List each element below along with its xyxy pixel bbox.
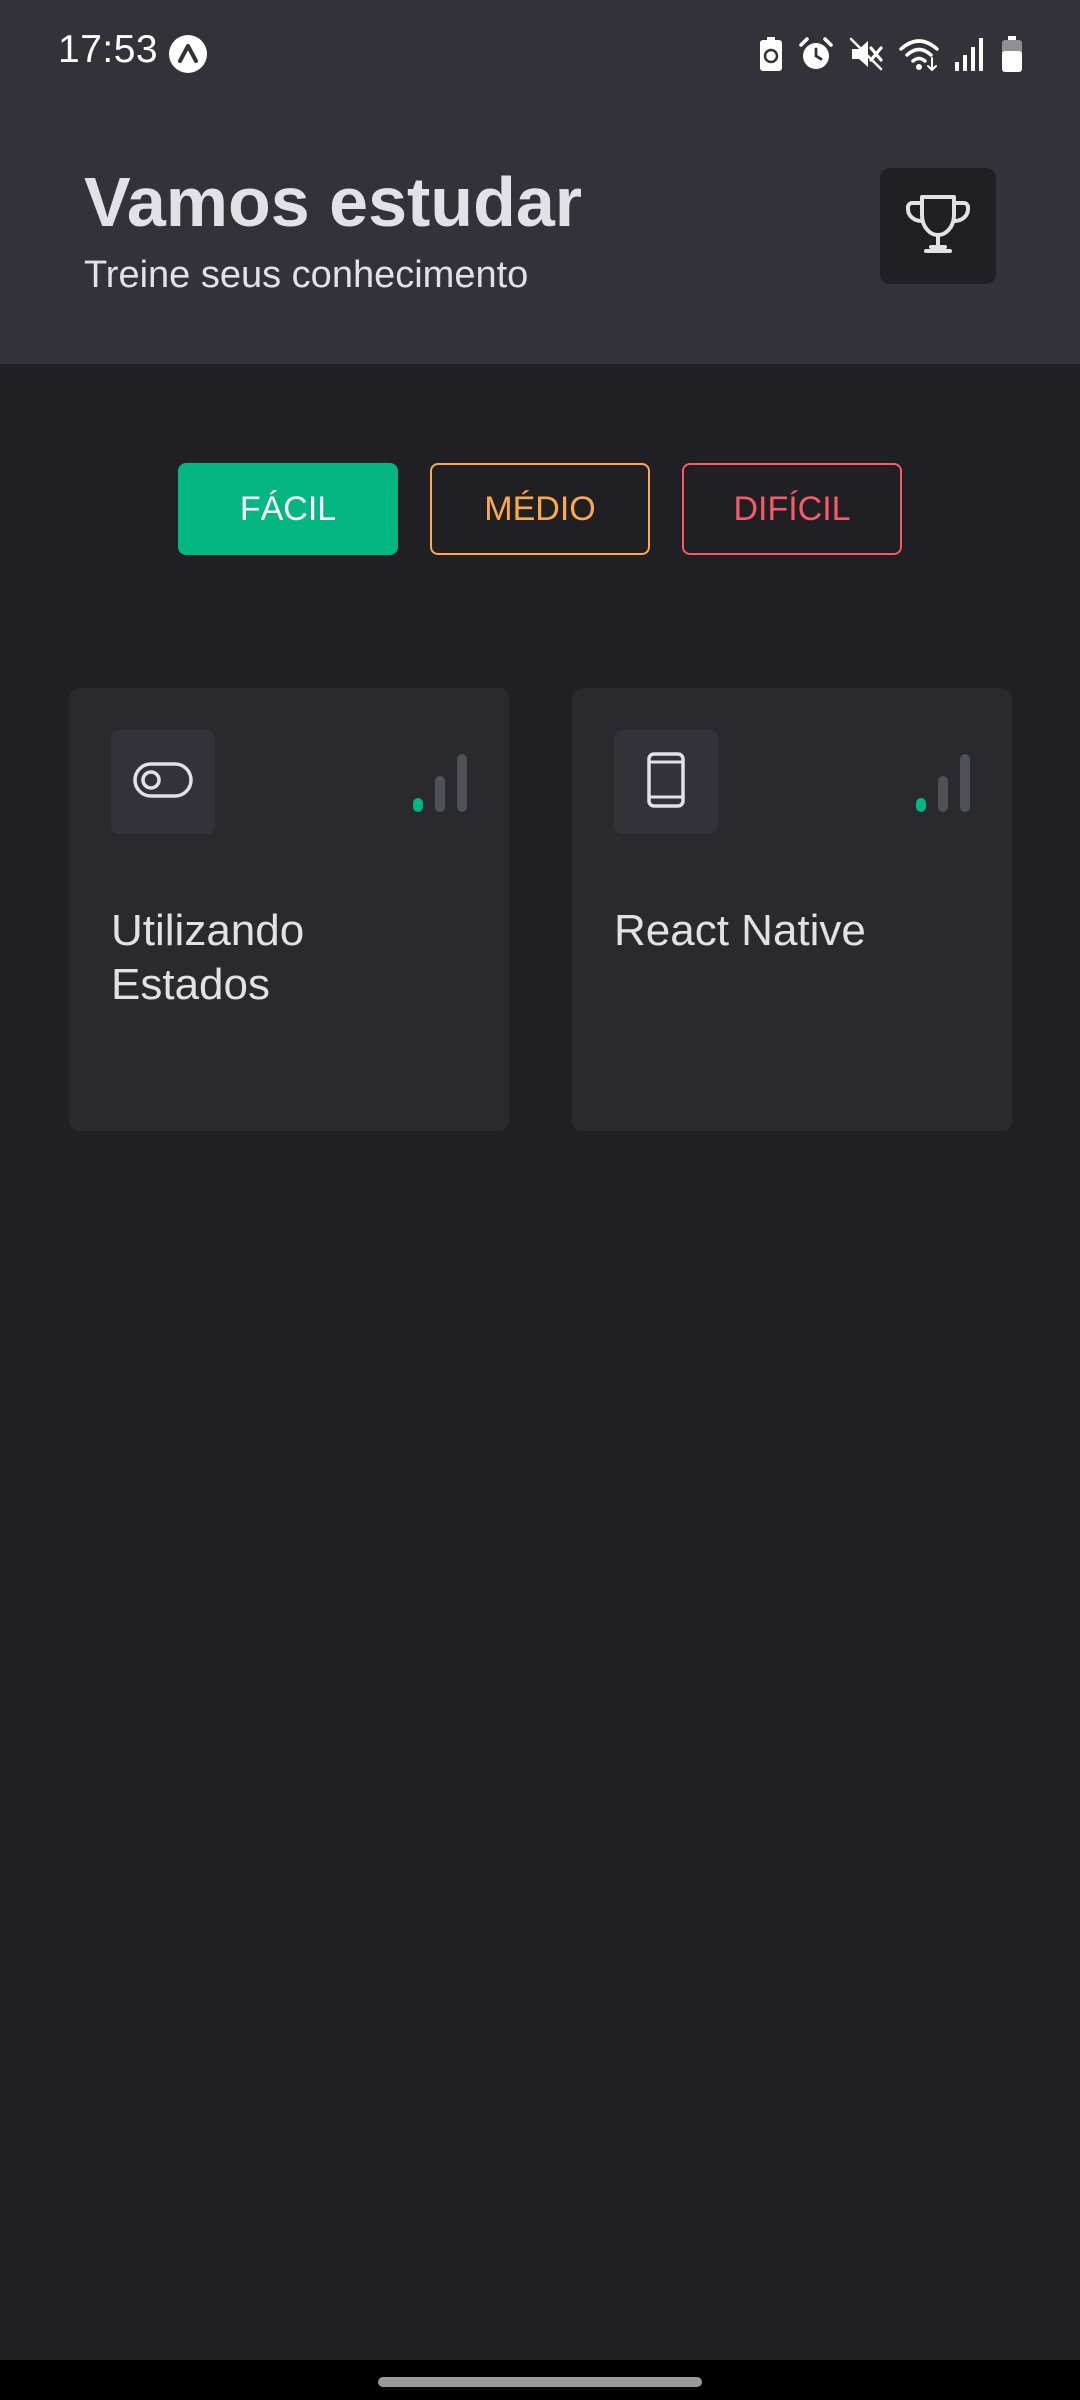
quiz-card-utilizando-estados[interactable]: Utilizando Estados [69,688,509,1131]
quiz-title: React Native [614,906,866,955]
alarm-icon [798,36,834,72]
home-indicator[interactable] [378,2377,702,2387]
expo-app-icon [168,34,208,74]
status-icons [758,34,1024,74]
page-title: Vamos estudar [84,163,582,241]
history-button[interactable] [880,168,996,284]
mute-icon [848,36,884,72]
battery-icon [1000,35,1024,73]
quiz-title: Utilizando Estados [111,906,305,1009]
toggle-icon [133,761,193,803]
app-screen: 17:53 Vamos estudar Treine seus conhecim… [0,0,1080,2400]
battery-saver-icon [758,36,784,72]
header: 17:53 Vamos estudar Treine seus conhecim… [0,0,1080,364]
page-subtitle: Treine seus conhecimento [84,254,529,296]
signal-icon [954,36,986,72]
smartphone-icon [646,751,686,813]
status-time: 17:53 [58,28,159,71]
level-bars-icon [914,754,972,817]
status-bar: 17:53 [0,0,1080,106]
navigation-bar [0,2360,1080,2400]
quiz-icon-box [111,730,215,834]
filter-easy-button[interactable]: FÁCIL [178,463,398,555]
level-bars-icon [411,754,469,817]
quiz-card-react-native[interactable]: React Native [572,688,1012,1131]
quiz-icon-box [614,730,718,834]
level-filters: FÁCIL MÉDIO DIFÍCIL [0,463,1080,555]
filter-medium-button[interactable]: MÉDIO [430,463,650,555]
filter-hard-button[interactable]: DIFÍCIL [682,463,902,555]
trophy-icon [902,191,974,262]
wifi-icon [898,36,940,72]
